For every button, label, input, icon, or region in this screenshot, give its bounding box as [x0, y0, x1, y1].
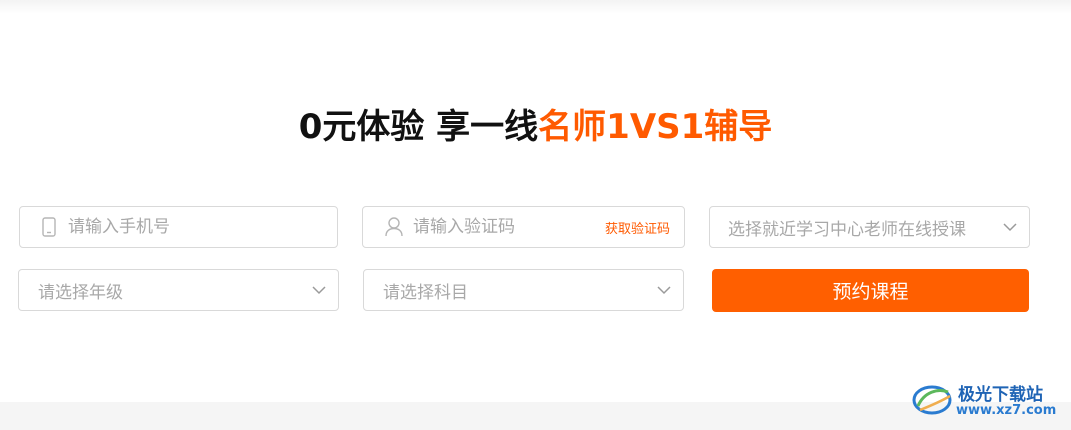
grade-select[interactable]: 请选择年级: [18, 269, 339, 311]
watermark: 极光下载站 www.xz7.com: [910, 376, 1065, 422]
get-code-link[interactable]: 获取验证码: [605, 218, 670, 237]
center-select[interactable]: 选择就近学习中心老师在线授课: [709, 206, 1030, 248]
phone-field[interactable]: [19, 206, 338, 248]
chevron-down-icon: [310, 281, 328, 299]
headline-black: 0元体验 享一线: [298, 107, 539, 147]
chevron-down-icon: [655, 281, 673, 299]
code-input[interactable]: [413, 217, 605, 237]
phone-input[interactable]: [68, 217, 337, 237]
watermark-text: 极光下载站: [958, 385, 1043, 405]
code-field[interactable]: 获取验证码: [362, 206, 685, 248]
subject-select[interactable]: 请选择科目: [363, 269, 684, 311]
top-shadow: [0, 0, 1071, 14]
chevron-down-icon: [1001, 218, 1019, 236]
watermark-logo-icon: [910, 380, 954, 418]
grade-select-value: 请选择年级: [38, 282, 123, 303]
user-icon: [383, 216, 405, 238]
book-course-button[interactable]: 预约课程: [712, 269, 1029, 312]
subject-select-value: 请选择科目: [383, 282, 468, 303]
center-select-value: 选择就近学习中心老师在线授课: [728, 219, 966, 240]
watermark-url: www.xz7.com: [956, 403, 1057, 418]
phone-icon: [38, 216, 60, 238]
headline: 0元体验 享一线名师1VS1辅导: [0, 99, 1071, 148]
headline-accent: 名师1VS1辅导: [538, 107, 773, 147]
